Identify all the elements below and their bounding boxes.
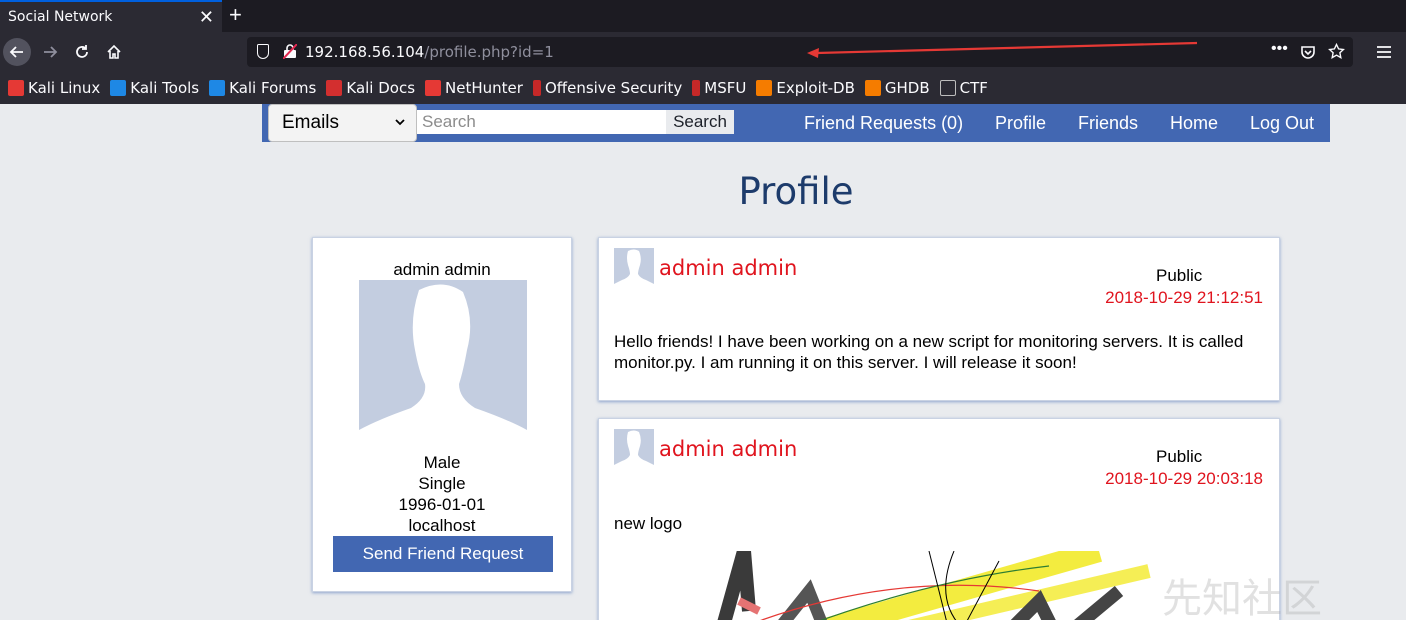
nav-friend-requests[interactable]: Friend Requests (0): [804, 113, 963, 134]
author-avatar-icon: [614, 429, 654, 469]
profile-gender: Male: [423, 453, 461, 472]
url-bar[interactable]: 192.168.56.104/profile.php?id=1 •••: [247, 37, 1353, 67]
url-host: 192.168.56.104: [305, 43, 425, 61]
offsec-icon: [532, 80, 541, 96]
search-input[interactable]: [417, 110, 666, 134]
post-date: 2018-10-29 21:12:51: [1105, 288, 1263, 307]
home-icon[interactable]: [100, 38, 128, 66]
post-author[interactable]: admin admin: [659, 256, 797, 280]
post-card: admin admin Public 2018-10-29 21:12:51 H…: [598, 237, 1280, 401]
forward-arrow-icon[interactable]: [36, 38, 64, 66]
post-author[interactable]: admin admin: [659, 437, 797, 461]
profile-card: admin admin Male Single 1996-01-01 local…: [312, 237, 572, 592]
reload-icon[interactable]: [68, 38, 96, 66]
profile-location: localhost: [408, 516, 476, 535]
search-type-value: Emails: [282, 112, 340, 133]
url-path: /profile.php?id=1: [424, 43, 554, 61]
default-avatar-icon: [359, 280, 527, 447]
page-title: Profile: [738, 170, 854, 213]
kali-forums-icon: [209, 80, 226, 96]
post-visibility: Public: [1156, 447, 1203, 466]
pocket-icon[interactable]: [1300, 44, 1316, 60]
bookmark-kali-docs[interactable]: Kali Docs: [326, 79, 415, 97]
nav-logout[interactable]: Log Out: [1250, 113, 1314, 134]
page-actions-icon[interactable]: •••: [1271, 40, 1288, 58]
browser-chrome: Social Network ✕ + 192.168.56.104/profil…: [0, 0, 1406, 104]
tracking-shield-icon[interactable]: [257, 44, 269, 59]
bookmark-kali-forums[interactable]: Kali Forums: [209, 79, 316, 97]
kali-docs-icon: [326, 80, 343, 96]
author-avatar-icon: [614, 248, 654, 288]
tab-title: Social Network: [8, 9, 113, 25]
nav-profile[interactable]: Profile: [995, 113, 1046, 134]
nav-friends[interactable]: Friends: [1078, 113, 1138, 134]
kali-dragon-icon: [8, 80, 24, 96]
profile-name: admin admin: [393, 260, 491, 279]
bookmark-kali-tools[interactable]: Kali Tools: [110, 79, 199, 97]
red-arrow-annotation: [807, 41, 1198, 58]
nav-home[interactable]: Home: [1170, 113, 1218, 134]
browser-toolbar: 192.168.56.104/profile.php?id=1 •••: [0, 32, 1406, 72]
bookmark-kali-linux[interactable]: Kali Linux: [8, 79, 100, 97]
watermark-text: 先知社区: [1162, 576, 1322, 620]
post-date: 2018-10-29 20:03:18: [1105, 469, 1263, 488]
ghdb-icon: [864, 80, 881, 96]
post-body: Hello friends! I have been working on a …: [614, 332, 1244, 372]
url-text[interactable]: 192.168.56.104/profile.php?id=1: [305, 43, 554, 61]
msfu-icon: [692, 80, 701, 96]
tab-strip: Social Network ✕ +: [0, 0, 1406, 32]
bookmark-offensive-security[interactable]: Offensive Security: [532, 79, 682, 97]
bookmark-star-icon[interactable]: [1328, 43, 1345, 60]
tab-social-network[interactable]: Social Network ✕: [0, 0, 222, 32]
insecure-lock-icon[interactable]: [283, 44, 297, 59]
profile-relationship: Single: [418, 474, 466, 493]
bookmark-msfu[interactable]: MSFU: [692, 79, 746, 97]
nethunter-icon: [425, 80, 442, 96]
search-type-select[interactable]: Emails: [268, 104, 417, 142]
site-navbar: Emails Search Friend Requests (0) Profil…: [262, 104, 1330, 142]
folder-icon: [939, 80, 956, 96]
back-arrow-icon[interactable]: [3, 38, 31, 66]
menu-icon[interactable]: [1370, 38, 1398, 66]
profile-birthday: 1996-01-01: [398, 495, 486, 514]
bookmark-exploit-db[interactable]: Exploit-DB: [756, 79, 855, 97]
search-button[interactable]: Search: [666, 110, 734, 134]
post-logo-image: [717, 551, 1151, 620]
exploit-db-icon: [756, 80, 773, 96]
post-visibility: Public: [1156, 266, 1203, 285]
close-tab-icon[interactable]: ✕: [199, 8, 214, 26]
bookmarks-toolbar: Kali Linux Kali Tools Kali Forums Kali D…: [0, 72, 1406, 104]
kali-tools-icon: [110, 80, 127, 96]
bookmark-ghdb[interactable]: GHDB: [864, 79, 930, 97]
bookmark-folder-ctf[interactable]: CTF: [939, 79, 988, 97]
bookmark-nethunter[interactable]: NetHunter: [425, 79, 523, 97]
send-friend-request-button[interactable]: Send Friend Request: [333, 536, 553, 572]
chevron-down-icon: [395, 119, 405, 126]
post-body: new logo: [614, 514, 683, 533]
new-tab-button[interactable]: +: [229, 4, 242, 26]
